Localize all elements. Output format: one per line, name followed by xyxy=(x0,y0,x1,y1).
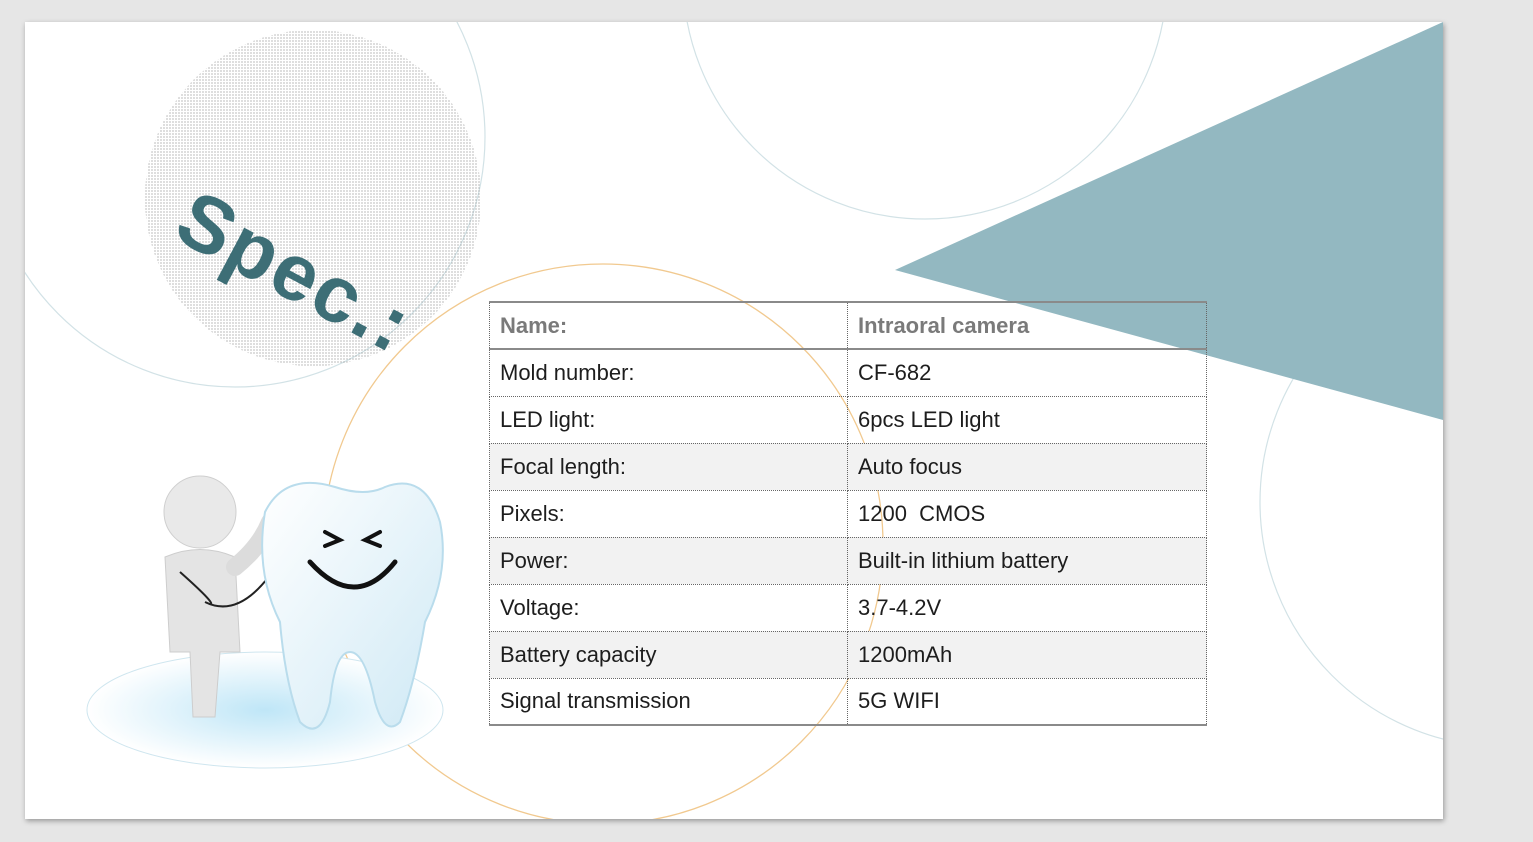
spec-value: 3.7-4.2V xyxy=(847,584,1207,632)
spec-value: 6pcs LED light xyxy=(847,396,1207,444)
slide: Spec.: Name: Intraoral camera Mold numbe… xyxy=(25,22,1443,819)
tooth-doctor-illustration-icon xyxy=(86,475,444,769)
table-row: Battery capacity 1200mAh xyxy=(489,631,1207,679)
spec-header-label: Name: xyxy=(489,302,848,350)
spec-header-value: Intraoral camera xyxy=(847,302,1207,350)
spec-value: Auto focus xyxy=(847,443,1207,491)
spec-value: 5G WIFI xyxy=(847,678,1207,726)
spec-value: Built-in lithium battery xyxy=(847,537,1207,585)
spec-table-header-row: Name: Intraoral camera xyxy=(489,302,1207,350)
table-row: Focal length: Auto focus xyxy=(489,443,1207,491)
spec-label: Power: xyxy=(489,537,848,585)
spec-table: Name: Intraoral camera Mold number: CF-6… xyxy=(489,301,1207,726)
table-row: Voltage: 3.7-4.2V xyxy=(489,584,1207,632)
spec-label: LED light: xyxy=(489,396,848,444)
spec-value: CF-682 xyxy=(847,349,1207,397)
spec-label: Mold number: xyxy=(489,349,848,397)
spec-label: Battery capacity xyxy=(489,631,848,679)
spec-label: Signal transmission xyxy=(489,678,848,726)
table-row: Mold number: CF-682 xyxy=(489,349,1207,397)
spec-label: Voltage: xyxy=(489,584,848,632)
spec-label: Pixels: xyxy=(489,490,848,538)
table-row: LED light: 6pcs LED light xyxy=(489,396,1207,444)
table-row: Power: Built-in lithium battery xyxy=(489,537,1207,585)
spec-value: 1200 CMOS xyxy=(847,490,1207,538)
table-row: Signal transmission 5G WIFI xyxy=(489,678,1207,726)
table-row: Pixels: 1200 CMOS xyxy=(489,490,1207,538)
spec-label: Focal length: xyxy=(489,443,848,491)
spec-value: 1200mAh xyxy=(847,631,1207,679)
